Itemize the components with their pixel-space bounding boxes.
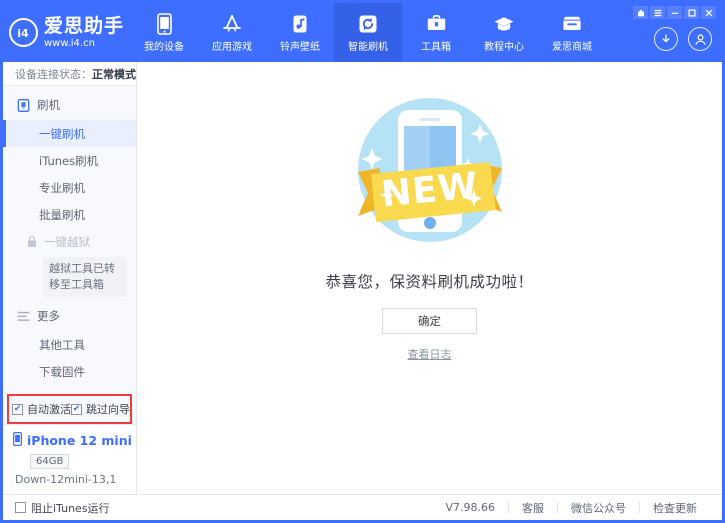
sidebar-group-more: 更多 — [3, 301, 136, 331]
status-bar: 阻止iTunes运行 V7.98.66 客服 微信公众号 检查更新 — [3, 494, 722, 520]
nav-item-smart-flash[interactable]: 智能刷机 — [334, 3, 402, 62]
sidebar-nav: 刷机 一键刷机 iTunes刷机 专业刷机 批量刷机 — [3, 86, 136, 388]
maximize-icon[interactable] — [684, 6, 699, 19]
header-right-icons — [654, 27, 712, 51]
sidebar-item-advanced-features[interactable]: 高级功能 — [3, 385, 136, 388]
phone-icon — [153, 13, 175, 35]
sidebar-item-label: 专业刷机 — [39, 180, 85, 196]
sidebar-item-download-firmware[interactable]: 下载固件 — [3, 358, 136, 385]
appstore-icon — [221, 13, 243, 35]
app-version: V7.98.66 — [432, 501, 508, 514]
checkbox-label: 跳过向导 — [86, 401, 130, 417]
nav-item-ringtones-wallpapers[interactable]: 铃声壁纸 — [266, 3, 334, 62]
sidebar-item-label: iTunes刷机 — [39, 153, 98, 169]
checkbox-skip-wizard[interactable]: ✔ 跳过向导 — [71, 401, 130, 417]
footer-link-check-update[interactable]: 检查更新 — [640, 500, 710, 516]
app-header: i4 爱思助手 www.i4.cn 我的设备 — [3, 3, 722, 62]
user-account-icon[interactable] — [688, 27, 712, 51]
sidebar-group-label: 更多 — [37, 308, 60, 324]
nav-item-toolbox[interactable]: 工具箱 — [402, 3, 470, 62]
device-capacity: 64GB — [30, 454, 69, 469]
sidebar-item-pro-flash[interactable]: 专业刷机 — [3, 174, 136, 201]
logo-mark-icon: i4 — [9, 18, 38, 47]
svg-text:i4: i4 — [18, 27, 30, 40]
sidebar-item-jailbreak: 一键越狱 — [3, 228, 136, 255]
logo-name: 爱思助手 — [44, 17, 124, 36]
sidebar: 设备连接状态： 正常模式 刷机 一键刷机 — [3, 62, 137, 494]
sidebar-item-label: 批量刷机 — [39, 207, 85, 223]
checkbox-block-itunes[interactable]: 阻止iTunes运行 — [15, 500, 110, 516]
pin-icon[interactable] — [633, 6, 648, 19]
store-icon — [561, 13, 583, 35]
nav-item-tutorial-center[interactable]: 教程中心 — [470, 3, 538, 62]
sidebar-group-label: 刷机 — [37, 97, 60, 113]
device-name: iPhone 12 mini — [27, 433, 132, 448]
toolbox-icon — [425, 13, 447, 35]
connection-status-label: 设备连接状态： — [15, 66, 92, 82]
sidebar-item-itunes-flash[interactable]: iTunes刷机 — [3, 147, 136, 174]
main-navigation: 我的设备 应用游戏 — [130, 3, 606, 62]
sidebar-item-other-tools[interactable]: 其他工具 — [3, 331, 136, 358]
nav-label: 教程中心 — [484, 38, 524, 53]
sidebar-item-label: 一键刷机 — [39, 126, 85, 142]
menu-icon[interactable] — [650, 6, 665, 19]
checkbox-auto-activate[interactable]: ✔ 自动激活 — [12, 401, 71, 417]
nav-item-my-device[interactable]: 我的设备 — [130, 3, 198, 62]
checkbox-box[interactable]: ✔ — [12, 404, 23, 415]
nav-label: 铃声壁纸 — [280, 38, 320, 53]
sidebar-item-batch-flash[interactable]: 批量刷机 — [3, 201, 136, 228]
nav-label: 爱思商城 — [552, 38, 592, 53]
checkbox-label: 自动激活 — [27, 401, 71, 417]
footer-link-wechat[interactable]: 微信公众号 — [558, 500, 639, 516]
device-title: iPhone 12 mini — [13, 432, 136, 449]
logo-text: 爱思助手 www.i4.cn — [44, 17, 124, 49]
sidebar-item-label: 一键越狱 — [44, 234, 90, 250]
connected-device-card[interactable]: iPhone 12 mini 64GB Down-12mini-13,1 — [3, 424, 136, 494]
minimize-icon[interactable] — [667, 6, 682, 19]
graduation-cap-icon — [493, 13, 515, 35]
sidebar-item-one-click-flash[interactable]: 一键刷机 — [3, 120, 136, 147]
checkbox-box[interactable]: ✔ — [71, 404, 82, 415]
footer-links: V7.98.66 客服 微信公众号 检查更新 — [432, 500, 710, 516]
logo-url: www.i4.cn — [44, 39, 124, 49]
view-log-link[interactable]: 查看日志 — [408, 346, 452, 362]
list-icon — [17, 310, 30, 323]
sidebar-item-label: 下载固件 — [39, 364, 85, 380]
connection-status: 设备连接状态： 正常模式 — [3, 62, 136, 86]
body-container: 设备连接状态： 正常模式 刷机 一键刷机 — [3, 62, 722, 494]
close-icon[interactable] — [701, 6, 716, 19]
app-logo[interactable]: i4 爱思助手 www.i4.cn — [3, 3, 130, 62]
sidebar-group-flash: 刷机 — [3, 90, 136, 120]
nav-label: 我的设备 — [144, 38, 184, 53]
window-controls — [633, 6, 716, 19]
nav-label: 智能刷机 — [348, 38, 388, 53]
jailbreak-tooltip: 越狱工具已转移至工具箱 — [43, 257, 127, 297]
checkbox-box[interactable] — [15, 502, 26, 513]
flash-options-highlight: ✔ 自动激活 ✔ 跳过向导 — [7, 394, 132, 424]
success-message: 恭喜您，保资料刷机成功啦！ — [325, 270, 533, 292]
refresh-icon — [357, 13, 379, 35]
confirm-button[interactable]: 确定 — [382, 308, 477, 334]
device-identifier: Down-12mini-13,1 — [15, 473, 136, 486]
phone-small-icon — [13, 432, 22, 449]
nav-label: 应用游戏 — [212, 38, 252, 53]
connection-status-value: 正常模式 — [92, 66, 136, 82]
sidebar-item-label: 其他工具 — [39, 337, 85, 353]
lock-icon — [25, 235, 38, 248]
footer-link-support[interactable]: 客服 — [509, 500, 557, 516]
aisi-assistant-window: i4 爱思助手 www.i4.cn 我的设备 — [0, 0, 725, 523]
download-icon[interactable] — [654, 27, 678, 51]
checkbox-label: 阻止iTunes运行 — [31, 500, 110, 516]
main-content: NEW 恭喜您，保资料刷机成功啦！ 确定 查看日志 — [137, 62, 722, 494]
flash-device-icon — [17, 99, 30, 112]
new-phone-badge-illustration: NEW — [340, 80, 520, 260]
nav-item-store[interactable]: 爱思商城 — [538, 3, 606, 62]
music-icon — [289, 13, 311, 35]
nav-label: 工具箱 — [421, 38, 451, 53]
nav-item-apps-games[interactable]: 应用游戏 — [198, 3, 266, 62]
